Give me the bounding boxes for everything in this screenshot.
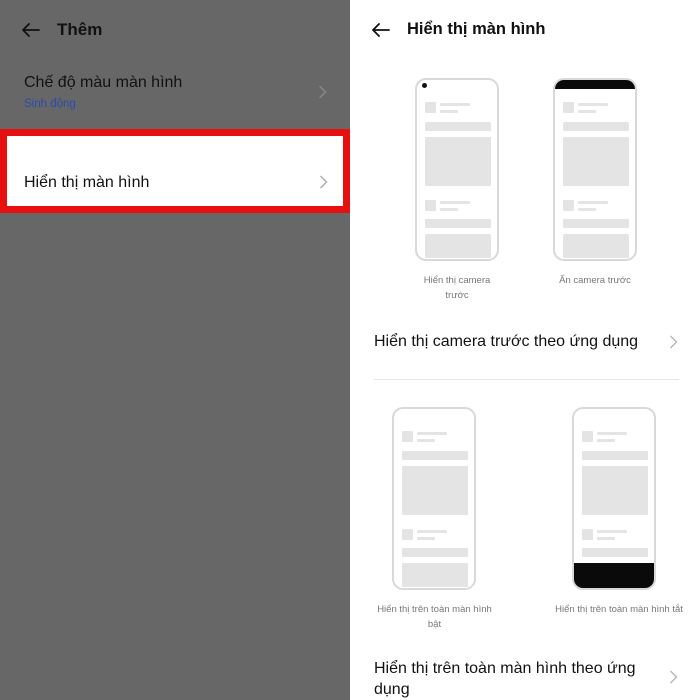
chevron-right-icon: [318, 85, 327, 99]
black-bottom-bar: [574, 563, 654, 588]
setting-item-screen-color-mode[interactable]: Chế độ màu màn hình Sinh động: [0, 66, 350, 124]
setting-row-fullscreen-per-app[interactable]: Hiển thị trên toàn màn hình theo ứng dụn…: [374, 658, 636, 700]
chevron-right-icon: [319, 175, 328, 189]
setting-item-value: Sinh động: [24, 98, 76, 110]
divider: [374, 379, 679, 380]
phone-preview-fullscreen-off[interactable]: [572, 407, 656, 590]
back-arrow-icon[interactable]: [22, 23, 40, 37]
option-caption: Hiển thị trên toàn màn hình tắt: [555, 604, 683, 615]
left-header: Thêm: [0, 0, 350, 62]
page-title: Hiển thị màn hình: [407, 20, 546, 38]
phone-preview-show-camera[interactable]: [415, 78, 499, 261]
highlight-frame: Hiển thị màn hình: [0, 129, 350, 213]
camera-dot: [422, 83, 427, 88]
option-caption: Ẩn camera trước: [559, 275, 631, 286]
chevron-right-icon: [669, 670, 678, 684]
option-caption: Hiển thị camera trước: [423, 275, 491, 301]
page-title: Thêm: [57, 20, 103, 39]
setting-item-screen-display[interactable]: Hiển thị màn hình: [7, 136, 343, 206]
phone-preview-fullscreen-on[interactable]: [392, 407, 476, 590]
setting-item-label: Hiển thị màn hình: [24, 174, 150, 191]
left-panel: Thêm Chế độ màu màn hình Sinh động Hiển …: [0, 0, 350, 700]
option-caption: Hiển thị trên toàn màn hình bật: [377, 604, 492, 630]
chevron-right-icon: [669, 335, 678, 349]
phone-preview-hide-camera[interactable]: [553, 78, 637, 261]
black-status-bar: [555, 80, 635, 89]
right-panel: Hiển thị màn hình Hiển thị camera trước …: [350, 0, 700, 700]
setting-item-label: Chế độ màu màn hình: [24, 74, 183, 91]
back-arrow-icon[interactable]: [372, 23, 390, 37]
setting-row-camera-per-app[interactable]: Hiển thị camera trước theo ứng dụng: [374, 331, 638, 352]
